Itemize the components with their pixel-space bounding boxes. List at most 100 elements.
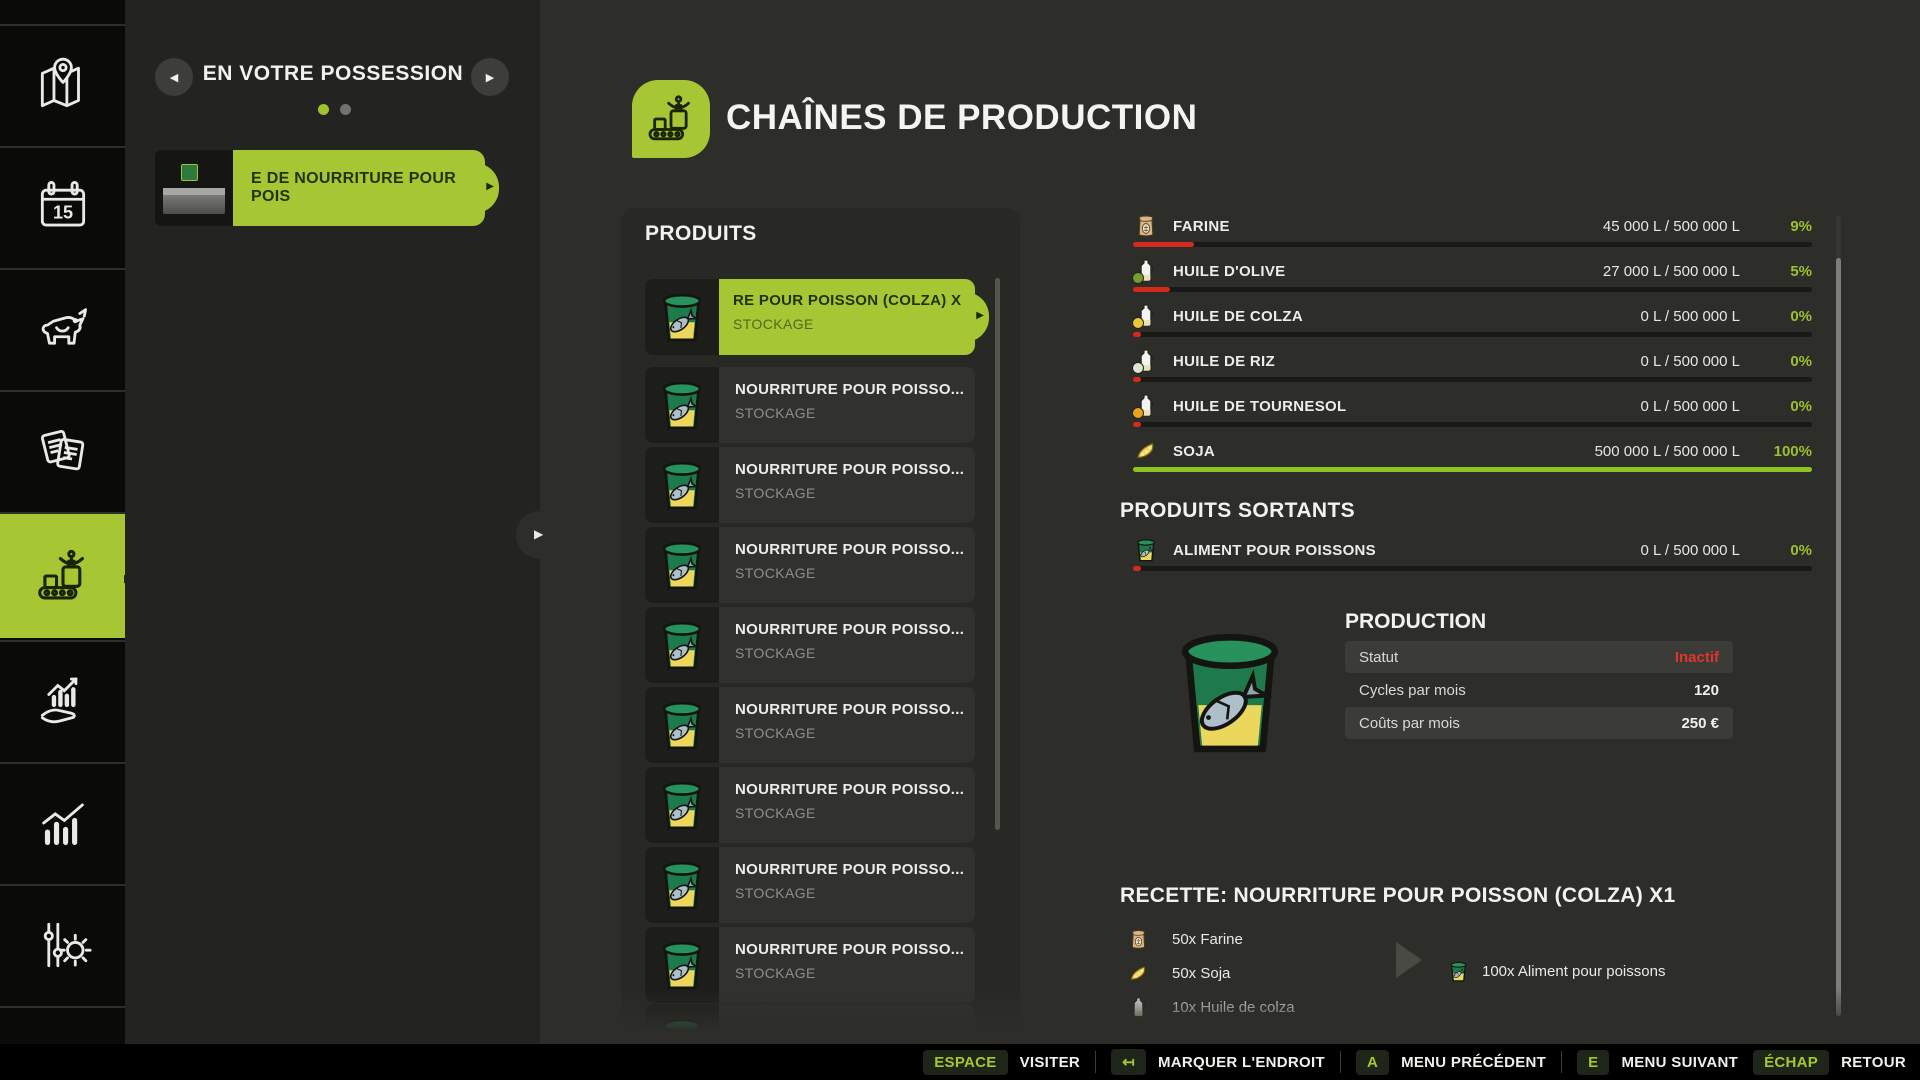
product-list-item[interactable]: NOURRITURE POUR POISSO...STOCKAGE [645,767,975,843]
fish-food-bucket-icon [645,607,719,683]
recipe-header: RECETTE: NOURRITURE POUR POISSON (COLZA)… [1120,884,1675,908]
key-a: A [1356,1050,1389,1075]
product-list-item-selected[interactable]: RE POUR POISSON (COLZA) X1 STOCKAGE ▶ [645,279,975,355]
progress-bar [1133,377,1812,382]
sidebar-item-finances[interactable] [0,642,125,760]
fish-food-bucket-icon [645,527,719,603]
input-name: HUILE DE RIZ [1173,353,1550,370]
divider [0,1006,125,1008]
owned-item-label: E DE NOURRITURE POUR POIS ▶ [233,150,485,226]
progress-bar [1133,242,1812,247]
progress-bar [1133,467,1812,472]
sidebar-item-statistics[interactable] [0,764,125,882]
sunflower-oil-icon [1133,393,1159,419]
input-name: FARINE [1173,218,1550,235]
input-amount: 0 L / 500 000 L [1550,398,1740,415]
products-header: PRODUITS [645,222,757,246]
products-scrollbar[interactable] [995,278,1000,830]
product-list-item[interactable]: NOURRITURE POUR POISSO...STOCKAGE [645,847,975,923]
product-list-item-partial[interactable] [645,1004,975,1044]
product-list-item[interactable]: NOURRITURE POUR POISSO...STOCKAGE [645,527,975,603]
product-list-item[interactable]: NOURRITURE POUR POISSO...STOCKAGE [645,687,975,763]
progress-fill [1133,377,1141,382]
hint-label: MARQUER L'ENDROIT [1158,1054,1325,1071]
brand-logo [181,164,198,181]
progress-fill [1133,332,1141,337]
divider [1561,1051,1562,1073]
product-list-item[interactable]: NOURRITURE POUR POISSO...STOCKAGE [645,447,975,523]
production-header: PRODUCTION [1345,610,1486,634]
outputs-header: PRODUITS SORTANTS [1120,499,1355,523]
output-amount: 0 L / 500 000 L [1550,542,1740,559]
key-hints-bar: ESPACE VISITER ↤ MARQUER L'ENDROIT A MEN… [0,1044,1920,1080]
recipe-output-text: 100x Aliment pour poissons [1482,963,1665,980]
page-dot[interactable] [340,104,351,115]
production-icon [32,545,94,607]
product-list-item[interactable]: NOURRITURE POUR POISSO...STOCKAGE [645,607,975,683]
rice-oil-icon [1133,348,1159,374]
fish-food-bucket-icon [645,927,719,1003]
product-status: STOCKAGE [735,645,975,661]
progress-bar [1133,566,1812,571]
fish-food-bucket-icon [645,1004,719,1044]
soybean-icon [1133,438,1159,464]
product-list-item[interactable]: NOURRITURE POUR POISSO...STOCKAGE [645,367,975,443]
progress-fill [1133,242,1194,247]
production-cycles-row: Cycles par mois 120 [1345,674,1733,706]
hint-prev-menu[interactable]: A MENU PRÉCÉDENT [1356,1050,1546,1075]
row-value: 250 € [1681,715,1719,732]
product-status: STOCKAGE [735,965,975,981]
sidebar-item-map[interactable] [0,26,125,144]
input-row: FARINE 45 000 L / 500 000 L 9% [1133,213,1812,239]
row-label: Coûts par mois [1359,715,1681,732]
sidebar-item-calendar[interactable]: 15 [0,148,125,266]
hint-label: RETOUR [1841,1054,1906,1071]
owned-item-name: E DE NOURRITURE POUR POIS [251,170,485,206]
input-row: HUILE D'OLIVE 27 000 L / 500 000 L 5% [1133,258,1812,284]
hint-label: VISITER [1020,1054,1080,1071]
canola-oil-icon [1127,996,1150,1019]
hint-visit[interactable]: ESPACE VISITER [923,1050,1080,1075]
hint-back[interactable]: ÉCHAP RETOUR [1753,1050,1906,1075]
row-value: 120 [1694,682,1719,699]
hint-tag-place[interactable]: ↤ MARQUER L'ENDROIT [1111,1049,1325,1075]
recipe-arrow-icon [1396,942,1422,978]
fish-food-bucket-icon [645,847,719,923]
key-space: ESPACE [923,1050,1007,1075]
row-label: Statut [1359,649,1675,666]
production-chains-screen: 15 [0,0,1920,1080]
calendar-day: 15 [52,203,72,223]
sidebar-item-settings[interactable] [0,886,125,1004]
settings-sliders-icon [32,914,94,976]
product-name: NOURRITURE POUR POISSO... [735,941,975,958]
output-percent: 0% [1740,542,1812,559]
hint-next-menu[interactable]: E MENU SUIVANT [1577,1050,1738,1075]
flour-icon [1133,213,1159,239]
map-icon [32,54,94,116]
ingredient-text: 50x Farine [1172,931,1243,948]
product-name: NOURRITURE POUR POISSO... [735,381,975,398]
product-status: STOCKAGE [735,565,975,581]
input-percent: 100% [1740,443,1812,460]
input-row: HUILE DE TOURNESOL 0 L / 500 000 L 0% [1133,393,1812,419]
owned-production-item[interactable]: E DE NOURRITURE POUR POIS ▶ [155,150,485,226]
product-status: STOCKAGE [735,485,975,501]
fish-food-bucket-icon [1447,960,1470,983]
cow-icon [32,298,94,360]
page-dot-active[interactable] [318,104,329,115]
sidebar-item-animals[interactable] [0,270,125,388]
progress-fill [1133,287,1170,292]
input-name: HUILE DE TOURNESOL [1173,398,1550,415]
progress-bar [1133,332,1812,337]
possession-panel: ◀ ▶ EN VOTRE POSSESSION E DE NOURRITURE … [125,0,540,1044]
input-name: HUILE DE COLZA [1173,308,1550,325]
recipe-section: RECETTE: NOURRITURE POUR POISSON (COLZA)… [1115,880,1815,1018]
sidebar: 15 [0,0,125,1044]
progress-fill [1133,467,1812,472]
recipe-ingredient: 10x Huile de colza [1127,995,1547,1018]
product-list-item[interactable]: NOURRITURE POUR POISSO... STOCKAGE [645,927,975,1003]
product-status: STOCKAGE [735,885,975,901]
sidebar-item-contracts[interactable] [0,392,125,510]
soybean-icon [1127,962,1150,985]
right-scrollbar-thumb[interactable] [1836,258,1841,1016]
